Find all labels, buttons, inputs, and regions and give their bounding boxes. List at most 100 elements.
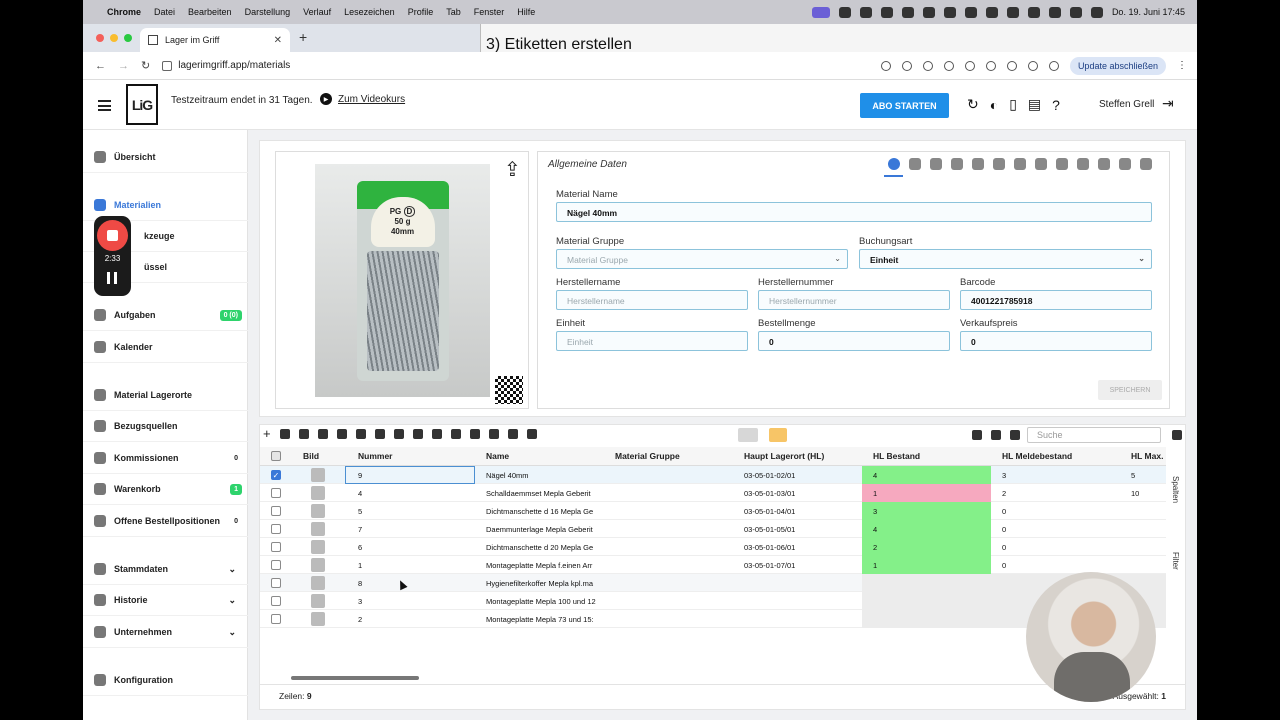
material-thumbnail[interactable] [311,486,325,500]
archive-icon[interactable] [470,429,480,439]
update-button[interactable]: Update abschließen [1069,56,1166,75]
row-checkbox[interactable] [271,560,281,570]
cell-haupt-lagerort[interactable] [733,592,862,610]
logout-icon[interactable]: ⇥ [1162,95,1174,112]
paperclip-icon[interactable] [972,158,984,170]
material-name-input[interactable]: Nägel 40mm [556,202,1152,222]
stop-recording-button[interactable] [97,220,128,251]
status-icon[interactable] [943,6,956,18]
cell-nummer[interactable]: 6 [347,538,475,556]
cell-haupt-lagerort[interactable]: 03-05-01-02/01 [733,466,862,484]
row-checkbox[interactable] [271,614,281,624]
forward-icon[interactable]: → [118,60,129,72]
sidebar-item-stammdaten[interactable]: Stammdaten ⌄ [83,554,248,585]
cell-haupt-lagerort[interactable] [733,574,862,592]
cell-material-gruppe[interactable] [604,520,733,538]
row-checkbox[interactable] [271,506,281,516]
cell-hl-max[interactable] [1120,502,1166,520]
cell-nummer[interactable]: 8 [347,574,475,592]
cell-material-gruppe[interactable] [604,502,733,520]
sidebar-item-material-lagerorte[interactable]: Material Lagerorte [83,380,248,411]
barcode-input[interactable]: 4001221785918 [960,290,1152,310]
sidebar-item-bezugsquellen[interactable]: Bezugsquellen [83,411,248,442]
menubar-clock[interactable]: Do. 19. Juni 17:45 [1112,7,1185,17]
cell-name[interactable]: Nägel 40mm [475,466,604,484]
material-thumbnail[interactable] [311,576,325,590]
site-settings-icon[interactable] [162,60,173,71]
table-search-input[interactable]: Suche [1027,427,1161,443]
select-all-checkbox[interactable] [271,451,281,461]
herstellernummer-input[interactable]: Herstellernummer [758,290,950,310]
checklist-icon[interactable] [337,429,347,439]
material-thumbnail[interactable] [311,612,325,626]
einheit-input[interactable]: Einheit [556,331,748,351]
cell-hl-max[interactable]: 10 [1120,484,1166,502]
upload-icon[interactable]: ⇪ [504,157,521,182]
close-tab-icon[interactable]: ✕ [274,35,282,46]
plus-circle-icon[interactable] [1140,158,1152,170]
pause-icon[interactable] [107,272,117,284]
columns-panel-toggle[interactable]: Spalten [1171,476,1180,503]
cell-haupt-lagerort[interactable]: 03-05-01-05/01 [733,520,862,538]
add-icon[interactable]: + [263,427,271,440]
buchungsart-select[interactable]: Einheit ⌄ [859,249,1152,269]
browser-tab[interactable]: Lager im Griff ✕ [140,28,290,52]
menu-lesezeichen[interactable]: Lesezeichen [344,7,395,17]
cell-name[interactable]: Montageplatte Mepla 73 und 15: [475,610,604,628]
bestellmenge-input[interactable]: 0 [758,331,950,351]
puzzle-icon[interactable] [1006,60,1017,71]
sidebar-item-kalender[interactable]: Kalender [83,332,248,363]
stamp-icon[interactable] [1056,158,1068,170]
close-window-button[interactable] [96,34,104,42]
filter-button[interactable] [738,428,758,442]
cell-name[interactable]: Hygienefilterkoffer Mepla kpl.ma [475,574,604,592]
translate-icon[interactable]: ▤ [1028,96,1041,113]
warehouse-icon[interactable] [356,429,366,439]
kebab-menu-icon[interactable]: ⋮ [1177,60,1187,71]
new-tab-icon[interactable]: + [299,29,307,45]
cell-nummer[interactable]: 4 [347,484,475,502]
menu-verlauf[interactable]: Verlauf [303,7,331,17]
material-thumbnail[interactable] [311,522,325,536]
menu-profile[interactable]: Profile [408,7,434,17]
save-button[interactable]: SPEICHERN [1098,380,1162,400]
abo-starten-button[interactable]: ABO STARTEN [860,93,949,118]
profile-avatar[interactable] [1048,60,1059,71]
menu-bearbeiten[interactable]: Bearbeiten [188,7,232,17]
status-icon[interactable] [838,6,851,18]
wifi-icon[interactable] [1048,6,1061,18]
grid-icon[interactable] [1077,158,1089,170]
trash-icon[interactable] [318,429,328,439]
collapse-icon[interactable] [1010,430,1020,440]
row-checkbox[interactable] [271,488,281,498]
cell-hl-bestand[interactable]: 4 [862,520,991,538]
row-height-icon[interactable] [991,430,1001,440]
row-checkbox[interactable] [271,542,281,552]
cell-nummer[interactable]: 5 [347,502,475,520]
install-icon[interactable] [880,60,891,71]
history-icon[interactable] [1098,158,1110,170]
cell-nummer[interactable]: 7 [347,520,475,538]
material-thumbnail[interactable] [311,468,325,482]
cell-haupt-lagerort[interactable]: 03-05-01-04/01 [733,502,862,520]
col-header-hl-max[interactable]: HL Max. [1131,451,1163,461]
menu-fenster[interactable]: Fenster [474,7,505,17]
col-header-hl-meldebestand[interactable]: HL Meldebestand [1002,451,1072,461]
headphones-icon[interactable] [985,6,998,18]
cell-material-gruppe[interactable] [604,574,733,592]
copy-icon[interactable] [299,429,309,439]
cell-hl-bestand[interactable]: 3 [862,502,991,520]
bookmark-star-icon[interactable] [901,60,912,71]
menu-datei[interactable]: Datei [154,7,175,17]
cell-material-gruppe[interactable] [604,484,733,502]
inbox-icon[interactable] [432,429,442,439]
cell-hl-max[interactable] [1120,520,1166,538]
col-header-material-gruppe[interactable]: Material Gruppe [615,451,680,461]
row-checkbox[interactable]: ✓ [271,470,281,480]
cell-hl-max[interactable] [1120,538,1166,556]
back-icon[interactable]: ← [95,60,106,72]
material-thumbnail[interactable] [311,594,325,608]
warehouse-icon[interactable] [909,158,921,170]
cell-haupt-lagerort[interactable]: 03-05-01-07/01 [733,556,862,574]
trash-icon[interactable] [993,158,1005,170]
